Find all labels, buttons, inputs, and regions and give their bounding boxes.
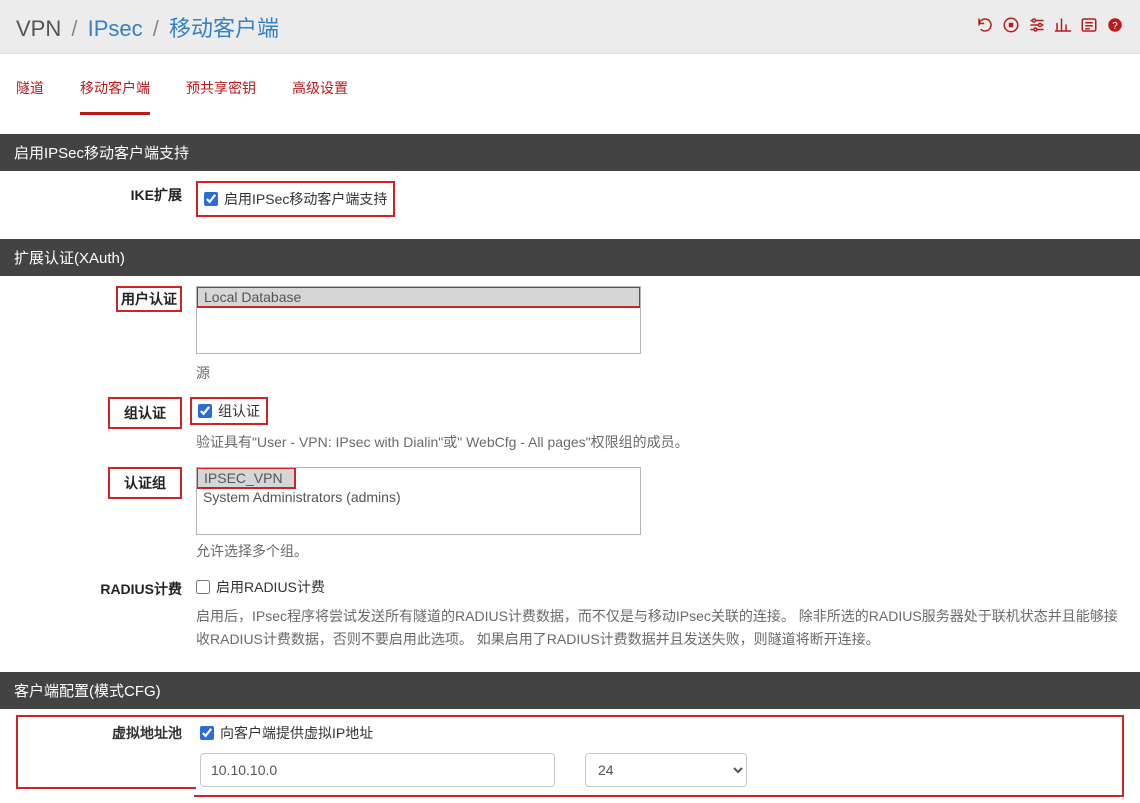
row-auth-group: 认证组 IPSEC_VPN System Administrators (adm…	[0, 457, 1140, 565]
ike-enable-checkbox-label: 启用IPSec移动客户端支持	[224, 189, 387, 209]
chart-icon[interactable]	[1054, 16, 1072, 37]
svg-text:?: ?	[1112, 21, 1118, 32]
virtual-pool-ip-input[interactable]	[200, 753, 555, 787]
user-auth-listbox[interactable]: Local Database	[196, 286, 641, 354]
auth-group-listbox[interactable]: IPSEC_VPN System Administrators (admins)	[196, 467, 641, 535]
virtual-pool-checkbox[interactable]	[200, 726, 214, 740]
tab-tunnels[interactable]: 隧道	[16, 78, 44, 115]
radius-label: RADIUS计费	[16, 575, 196, 599]
row-user-auth: 用户认证 Local Database 源	[0, 276, 1140, 387]
breadcrumb-l3[interactable]: 移动客户端	[169, 16, 279, 41]
sliders-icon[interactable]	[1028, 16, 1046, 37]
user-auth-option[interactable]: Local Database	[196, 286, 641, 308]
auth-group-label: 认证组	[124, 475, 166, 491]
page-header: VPN / IPsec / 移动客户端 ?	[0, 0, 1140, 54]
breadcrumb-l2[interactable]: IPsec	[88, 16, 143, 41]
auth-group-option-0[interactable]: IPSEC_VPN	[196, 467, 296, 489]
help-icon[interactable]: ?	[1106, 16, 1124, 37]
row-radius: RADIUS计费 启用RADIUS计费 启用后，IPsec程序将尝试发送所有隧道…	[0, 565, 1140, 654]
virtual-pool-mask-select[interactable]: 24	[585, 753, 747, 787]
section-xauth-header: 扩展认证(XAuth)	[0, 239, 1140, 276]
group-auth-label: 组认证	[124, 405, 166, 421]
list-icon[interactable]	[1080, 16, 1098, 37]
breadcrumb-sep: /	[71, 16, 77, 41]
tab-advanced[interactable]: 高级设置	[292, 78, 348, 115]
ike-enable-checkbox[interactable]	[204, 192, 218, 206]
row-group-auth: 组认证 组认证 验证具有"User - VPN: IPsec with Dial…	[0, 387, 1140, 457]
ike-extension-label: IKE扩展	[16, 181, 196, 205]
stop-icon[interactable]	[1002, 16, 1020, 37]
breadcrumb-sep: /	[153, 16, 159, 41]
tab-mobile-clients[interactable]: 移动客户端	[80, 78, 150, 115]
section-client-header: 客户端配置(模式CFG)	[0, 672, 1140, 709]
tab-psk[interactable]: 预共享密钥	[186, 78, 256, 115]
toolbar: ?	[976, 16, 1124, 37]
section-enable-header: 启用IPSec移动客户端支持	[0, 134, 1140, 171]
radius-checkbox[interactable]	[196, 580, 210, 594]
user-auth-sublabel: 源	[196, 363, 1124, 383]
row-ike-extension: IKE扩展 启用IPSec移动客户端支持	[0, 171, 1140, 221]
auth-group-help: 允许选择多个组。	[196, 541, 1124, 561]
auth-group-option-1[interactable]: System Administrators (admins)	[197, 488, 640, 506]
row-virtual-pool: 虚拟地址池 向客户端提供虚拟IP地址 24	[0, 709, 1140, 803]
virtual-pool-checkbox-label: 向客户端提供虚拟IP地址	[220, 723, 373, 743]
radius-help: 启用后，IPsec程序将尝试发送所有隧道的RADIUS计费数据，而不仅是与移动I…	[196, 605, 1124, 650]
virtual-pool-label: 虚拟地址池	[16, 715, 196, 789]
tabs: 隧道 移动客户端 预共享密钥 高级设置	[0, 54, 1140, 116]
group-auth-checkbox[interactable]	[198, 404, 212, 418]
refresh-icon[interactable]	[976, 16, 994, 37]
breadcrumb-l1[interactable]: VPN	[16, 16, 61, 41]
breadcrumb: VPN / IPsec / 移动客户端	[16, 11, 279, 43]
group-auth-checkbox-label: 组认证	[218, 401, 260, 421]
group-auth-help: 验证具有"User - VPN: IPsec with Dialin"或" We…	[196, 431, 1124, 453]
radius-checkbox-label: 启用RADIUS计费	[216, 577, 325, 597]
user-auth-label: 用户认证	[116, 286, 182, 312]
